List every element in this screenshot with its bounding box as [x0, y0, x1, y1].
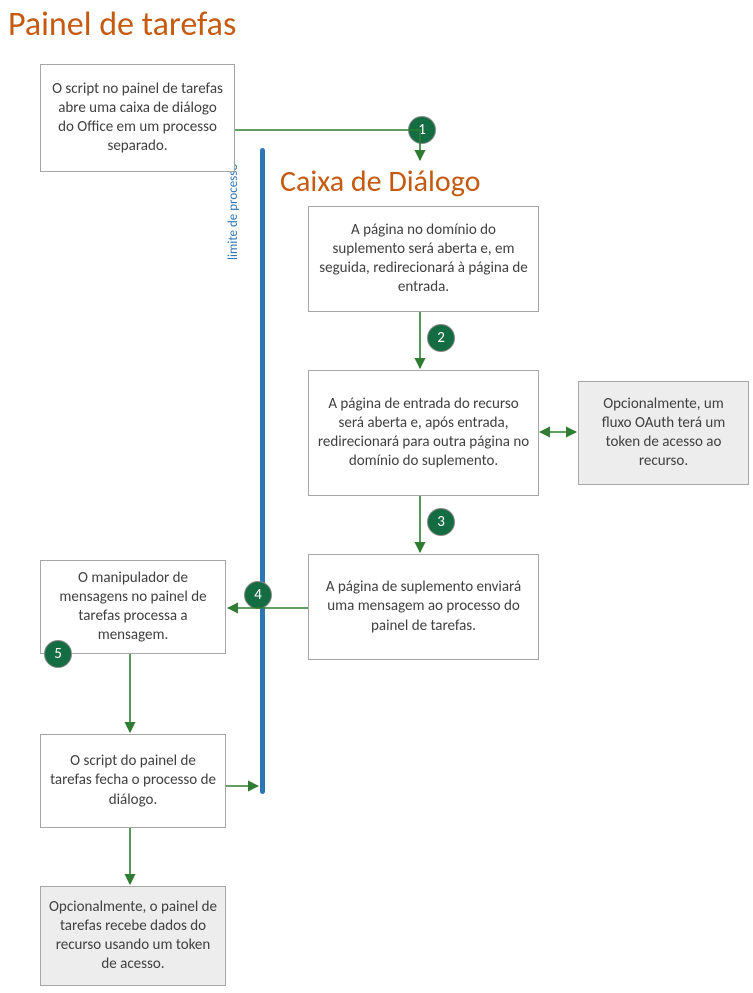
box-taskpane-handle-message: O manipulador de mensagens no painel de …: [40, 560, 226, 654]
process-boundary-label: limite de processo: [226, 164, 241, 260]
step-badge-3: 3: [427, 508, 455, 536]
step-badge-1: 1: [408, 116, 436, 144]
step-badge-2: 2: [427, 324, 455, 352]
heading-dialog: Caixa de Diálogo: [280, 163, 480, 200]
box-taskpane-open-dialog: O script no painel de tarefas abre uma c…: [40, 64, 235, 172]
box-dialog-addin-page-redirect: A página no domínio do suplemento será a…: [308, 206, 539, 312]
box-dialog-send-message: A página de suplemento enviará uma mensa…: [308, 554, 539, 660]
box-taskpane-close-dialog: O script do painel de tarefas fecha o pr…: [40, 734, 226, 828]
process-boundary-line: [260, 148, 265, 794]
box-oauth-optional: Opcionalmente, um fluxo OAuth terá um to…: [578, 381, 749, 485]
box-taskpane-fetch-data: Opcionalmente, o painel de tarefas receb…: [40, 886, 226, 986]
step-badge-5: 5: [44, 640, 72, 668]
step-badge-4: 4: [244, 581, 272, 609]
heading-taskpane: Painel de tarefas: [8, 4, 236, 45]
box-dialog-signin-redirect: A página de entrada do recurso será aber…: [308, 370, 539, 496]
